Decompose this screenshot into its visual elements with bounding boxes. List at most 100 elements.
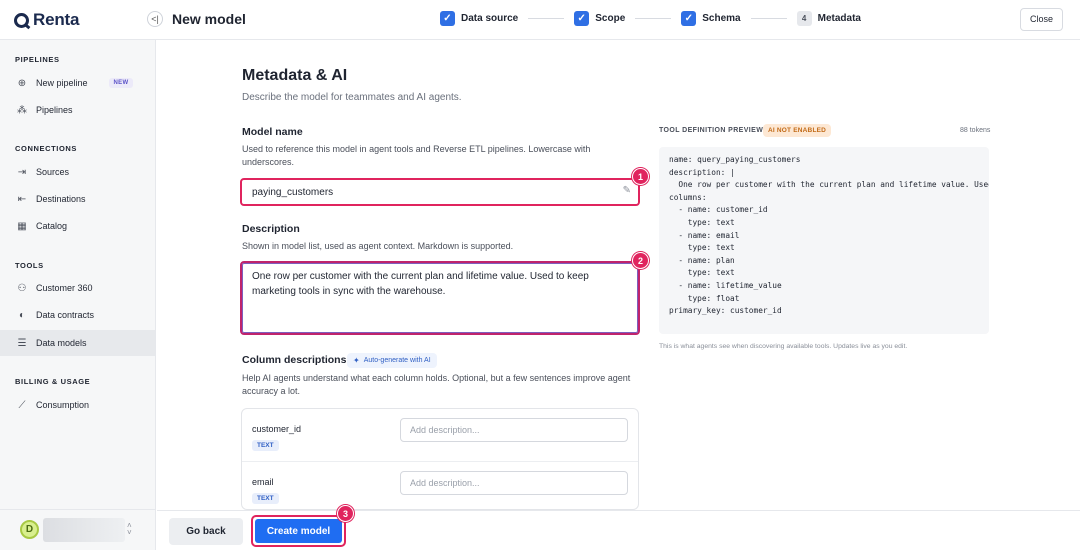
sidebar-item-label: Consumption	[36, 400, 90, 410]
preview-note: This is what agents see when discovering…	[659, 343, 908, 350]
sidebar-item-catalog[interactable]: ▦ Catalog	[0, 213, 155, 239]
step-marker-1: 1	[632, 168, 649, 185]
model-name-input[interactable]	[252, 180, 612, 204]
description-textarea[interactable]: One row per customer with the current pl…	[252, 269, 632, 329]
code-text: name: query_paying_customers description…	[669, 155, 989, 316]
source-icon: ⇥	[17, 166, 27, 178]
column-list: customer_id TEXT email TEXT	[241, 408, 639, 510]
top-bar: Renta <| New model ✓ Data source ✓ Scope…	[0, 0, 1080, 40]
description-label: Description	[242, 223, 300, 235]
column-type-badge: TEXT	[252, 440, 279, 451]
step-connector	[528, 18, 565, 19]
create-model-highlight: Create model	[251, 515, 346, 547]
sidebar-section-pipelines: PIPELINES	[15, 55, 60, 64]
step-data-source[interactable]: ✓ Data source	[440, 11, 518, 26]
step-connector	[635, 18, 672, 19]
go-back-button[interactable]: Go back	[169, 518, 243, 545]
chart-icon: ⟋	[18, 399, 26, 411]
database-icon: ☰	[17, 337, 27, 349]
check-icon: ✓	[681, 11, 697, 26]
column-descriptions-help: Help AI agents understand what each colu…	[242, 373, 631, 396]
step-label: Data source	[461, 13, 519, 24]
column-row: email TEXT	[242, 461, 638, 509]
main-content: Metadata & AI Describe the model for tea…	[157, 41, 1080, 510]
step-schema[interactable]: ✓ Schema	[681, 11, 741, 26]
model-name-help: Used to reference this model in agent to…	[242, 144, 591, 167]
sidebar-item-data-models[interactable]: ☰ Data models	[0, 330, 155, 356]
description-help: Shown in model list, used as agent conte…	[242, 241, 514, 251]
sparkle-icon: ✦	[353, 356, 360, 365]
user-icon: ⚇	[17, 282, 27, 294]
sidebar-item-label: Sources	[36, 167, 70, 177]
collapse-left-icon: <|	[151, 14, 159, 24]
footer-bar: Go back Create model 3	[157, 505, 1080, 550]
check-icon: ✓	[574, 11, 590, 26]
auto-generate-ai-button[interactable]: ✦ Auto-generate with AI	[347, 353, 437, 368]
step-metadata[interactable]: 4 Metadata	[796, 11, 861, 26]
chevron-up-down-icon: ˄ ˅	[127, 521, 132, 537]
renta-logo-icon	[14, 12, 29, 28]
pipelines-icon: ⁂	[17, 104, 27, 116]
sidebar-item-pipelines[interactable]: ⁂ Pipelines	[0, 97, 155, 123]
column-description-input[interactable]	[400, 418, 628, 442]
sidebar: PIPELINES ⊕ New pipeline NEW ⁂ Pipelines…	[0, 40, 156, 550]
app-logo[interactable]: Renta	[14, 10, 79, 30]
sidebar-item-label: Data contracts	[36, 310, 95, 320]
section-title: Metadata & AI	[242, 67, 348, 84]
new-badge: NEW	[108, 78, 134, 88]
sidebar-item-label: Customer 360	[36, 283, 93, 293]
check-icon: ✓	[440, 11, 455, 26]
user-menu[interactable]: D ˄ ˅	[0, 509, 155, 550]
sidebar-item-data-contracts[interactable]: ◐ Data contracts	[0, 302, 155, 328]
logo-text: Renta	[33, 10, 80, 29]
shield-icon: ◐	[18, 309, 26, 321]
model-name-field[interactable]: ✎	[240, 178, 640, 206]
column-descriptions-label: Column descriptions	[242, 354, 347, 366]
catalog-icon: ▦	[17, 220, 27, 232]
user-name	[43, 518, 125, 542]
column-name: email	[252, 477, 274, 487]
column-row: customer_id TEXT	[242, 409, 638, 461]
collapse-sidebar-button[interactable]: <|	[147, 11, 163, 27]
sidebar-item-new-pipeline[interactable]: ⊕ New pipeline NEW	[0, 70, 155, 96]
ai-status-badge: AI NOT ENABLED	[763, 124, 832, 137]
sidebar-item-label: Catalog	[36, 221, 68, 231]
step-label: Schema	[702, 13, 741, 24]
avatar: D	[20, 520, 39, 539]
plus-circle-icon: ⊕	[17, 77, 27, 89]
step-label: Metadata	[817, 13, 861, 24]
close-button[interactable]: Close	[1020, 8, 1063, 31]
column-description-input[interactable]	[400, 471, 628, 495]
tool-definition-preview-title: TOOL DEFINITION PREVIEW	[659, 127, 764, 134]
section-subtitle: Describe the model for teammates and AI …	[242, 92, 462, 103]
sidebar-item-label: New pipeline	[36, 78, 88, 88]
create-model-button[interactable]: Create model	[255, 519, 342, 543]
sidebar-item-label: Destinations	[36, 194, 86, 204]
sidebar-item-label: Data models	[36, 338, 87, 348]
auto-generate-label: Auto-generate with AI	[363, 357, 431, 364]
sidebar-item-label: Pipelines	[36, 105, 73, 115]
step-marker-2: 2	[632, 252, 649, 269]
step-connector	[750, 18, 787, 19]
token-count: 88 tokens	[960, 127, 991, 134]
sidebar-section-connections: CONNECTIONS	[15, 144, 78, 153]
sidebar-section-billing: BILLING & USAGE	[15, 377, 91, 386]
stepper: ✓ Data source ✓ Scope ✓ Schema 4 Metadat…	[440, 11, 861, 26]
step-marker-3: 3	[337, 505, 354, 522]
step-label: Scope	[595, 13, 626, 24]
sidebar-section-tools: TOOLS	[15, 261, 44, 270]
description-field[interactable]: One row per customer with the current pl…	[240, 261, 640, 335]
step-number: 4	[796, 11, 812, 26]
tool-definition-code: name: query_paying_customers description…	[659, 147, 989, 334]
column-name: customer_id	[252, 424, 302, 434]
page-title: New model	[172, 11, 246, 27]
step-scope[interactable]: ✓ Scope	[574, 11, 625, 26]
destination-icon: ⇤	[17, 193, 27, 205]
sidebar-item-destinations[interactable]: ⇤ Destinations	[0, 186, 155, 212]
pencil-icon: ✎	[622, 185, 631, 196]
sidebar-item-customer-360[interactable]: ⚇ Customer 360	[0, 275, 155, 301]
sidebar-item-sources[interactable]: ⇥ Sources	[0, 159, 155, 185]
sidebar-item-consumption[interactable]: ⟋ Consumption	[0, 392, 155, 418]
model-name-label: Model name	[242, 126, 303, 138]
column-type-badge: TEXT	[252, 493, 279, 504]
